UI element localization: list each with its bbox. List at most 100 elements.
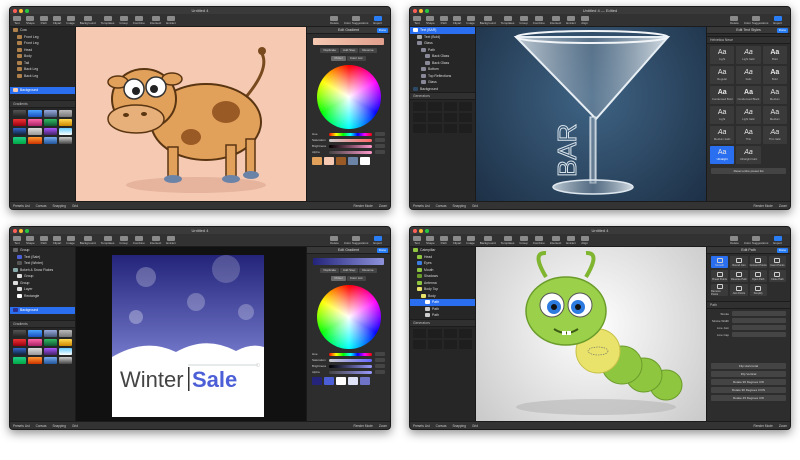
generator-swatch[interactable]: [458, 102, 472, 111]
templates-button[interactable]: Templates: [101, 15, 114, 25]
generator-swatch[interactable]: [428, 113, 442, 122]
presets-list-toggle[interactable]: Presets List: [413, 204, 430, 208]
shape-tool-button[interactable]: Shape: [426, 15, 435, 25]
break-points-tool[interactable]: Break Points: [711, 270, 729, 282]
grid-toggle[interactable]: Grid: [72, 204, 78, 208]
hue-slider[interactable]: [329, 352, 372, 356]
font-style-cell[interactable]: Aa Light Italic: [736, 46, 761, 64]
value-field[interactable]: [375, 138, 385, 142]
extract-button[interactable]: Extract: [566, 15, 576, 25]
image-button[interactable]: Image: [66, 15, 75, 25]
render-mode-select[interactable]: Render Mode: [354, 424, 373, 428]
text-tool-button[interactable]: Text: [13, 15, 21, 25]
convert-points-tool[interactable]: Convert Points: [749, 256, 767, 268]
gradient-swatch[interactable]: [13, 329, 27, 337]
group-button[interactable]: Group: [519, 15, 528, 25]
value-field[interactable]: [375, 352, 385, 356]
font-style-cell[interactable]: Aa Condensed Bold: [710, 86, 735, 104]
value-field[interactable]: [375, 364, 385, 368]
tab-picker[interactable]: Picker: [331, 56, 346, 61]
rotate-45-cw-button[interactable]: Rotate 45 Degrees CW: [711, 395, 786, 401]
gradient-swatch[interactable]: [13, 127, 27, 135]
combine-button[interactable]: Combine: [133, 235, 145, 245]
gradient-swatch[interactable]: [43, 329, 57, 337]
text-tool-button[interactable]: Text: [413, 235, 421, 245]
font-style-cell[interactable]: Aa Regular: [710, 66, 735, 84]
color-suggestions-button[interactable]: Color Suggestions: [744, 235, 768, 245]
gradient-swatch[interactable]: [58, 118, 72, 126]
round-join-tool[interactable]: Round Join: [730, 256, 748, 268]
gradient-swatch[interactable]: [28, 136, 42, 144]
done-button[interactable]: Done: [376, 248, 388, 253]
brightness-slider[interactable]: [329, 364, 372, 368]
canvas-toggle[interactable]: Canvas: [36, 204, 47, 208]
generator-swatch[interactable]: [413, 113, 427, 122]
gradient-swatch[interactable]: [58, 347, 72, 355]
font-style-cell[interactable]: Aa Condensed Black: [736, 86, 761, 104]
gradient-swatch[interactable]: [58, 127, 72, 135]
canvas-toggle[interactable]: Canvas: [436, 204, 447, 208]
generator-swatch[interactable]: [443, 102, 457, 111]
add-step-button[interactable]: Add Step: [340, 48, 359, 53]
group-button[interactable]: Group: [119, 235, 128, 245]
duplicate-button[interactable]: Duplicate: [320, 268, 339, 273]
snapping-toggle[interactable]: Snapping: [452, 424, 465, 428]
generator-swatch[interactable]: [413, 102, 427, 111]
generator-swatch[interactable]: [458, 113, 472, 122]
gradient-swatch[interactable]: [28, 329, 42, 337]
gradient-swatch[interactable]: [58, 338, 72, 346]
gradient-swatch[interactable]: [13, 109, 27, 117]
font-style-cell-selected[interactable]: Aa Ultralight: [710, 146, 735, 164]
gradient-swatch[interactable]: [28, 118, 42, 126]
value-field[interactable]: [375, 370, 385, 374]
image-button[interactable]: Image: [466, 15, 475, 25]
snapping-toggle[interactable]: Snapping: [52, 204, 65, 208]
gradient-swatch[interactable]: [13, 136, 27, 144]
presets-list-toggle[interactable]: Presets List: [13, 424, 30, 428]
rotate-90-ccw-button[interactable]: Rotate 90 Degrees CCW: [711, 387, 786, 393]
font-style-cell[interactable]: Aa Bold: [762, 66, 787, 84]
intersect-button[interactable]: Intersect: [550, 235, 561, 245]
value-field[interactable]: [375, 358, 385, 362]
clipart-button[interactable]: Clipart: [453, 15, 461, 25]
join-points-tool[interactable]: Join Points: [730, 284, 748, 296]
swatch[interactable]: [324, 157, 334, 165]
stroke-field[interactable]: [732, 311, 786, 316]
grid-toggle[interactable]: Grid: [472, 424, 478, 428]
reverse-button[interactable]: Reverse: [359, 268, 377, 273]
line-cap-select[interactable]: [732, 332, 786, 337]
swatch[interactable]: [348, 157, 358, 165]
generator-swatch[interactable]: [428, 328, 442, 338]
open-path-tool[interactable]: Open Path: [749, 270, 767, 282]
clipart-button[interactable]: Clipart: [453, 235, 461, 245]
delete-button[interactable]: Delete: [330, 235, 339, 245]
path-tool-button[interactable]: Path: [439, 235, 448, 245]
presets-list-toggle[interactable]: Presets List: [13, 204, 30, 208]
gradient-preview-bar[interactable]: [313, 258, 384, 265]
gradient-swatch[interactable]: [13, 356, 27, 364]
background-button[interactable]: Background: [480, 235, 496, 245]
background-button[interactable]: Background: [480, 15, 496, 25]
gradient-swatch[interactable]: [13, 118, 27, 126]
font-style-cell[interactable]: Aa Thin Italic: [762, 126, 787, 144]
done-button[interactable]: Done: [776, 248, 788, 253]
swatch[interactable]: [360, 377, 370, 385]
templates-button[interactable]: Templates: [101, 235, 114, 245]
saturation-slider[interactable]: [329, 358, 372, 362]
tab-color-list[interactable]: Color List: [346, 56, 366, 61]
reverse-button[interactable]: Reverse: [359, 48, 377, 53]
group-button[interactable]: Group: [119, 15, 128, 25]
export-button[interactable]: Export: [373, 235, 382, 245]
export-button[interactable]: Export: [773, 235, 782, 245]
combine-button[interactable]: Combine: [133, 15, 145, 25]
group-button[interactable]: Group: [519, 235, 528, 245]
gradient-swatch[interactable]: [43, 136, 57, 144]
render-mode-select[interactable]: Render Mode: [754, 204, 773, 208]
alpha-slider[interactable]: [329, 370, 372, 374]
align-button[interactable]: Align: [580, 15, 589, 25]
text-tool-button[interactable]: Text: [13, 235, 21, 245]
alpha-slider[interactable]: [329, 150, 372, 154]
font-style-cell[interactable]: Aa Light: [710, 46, 735, 64]
brightness-slider[interactable]: [329, 144, 372, 148]
gradient-swatch[interactable]: [43, 347, 57, 355]
